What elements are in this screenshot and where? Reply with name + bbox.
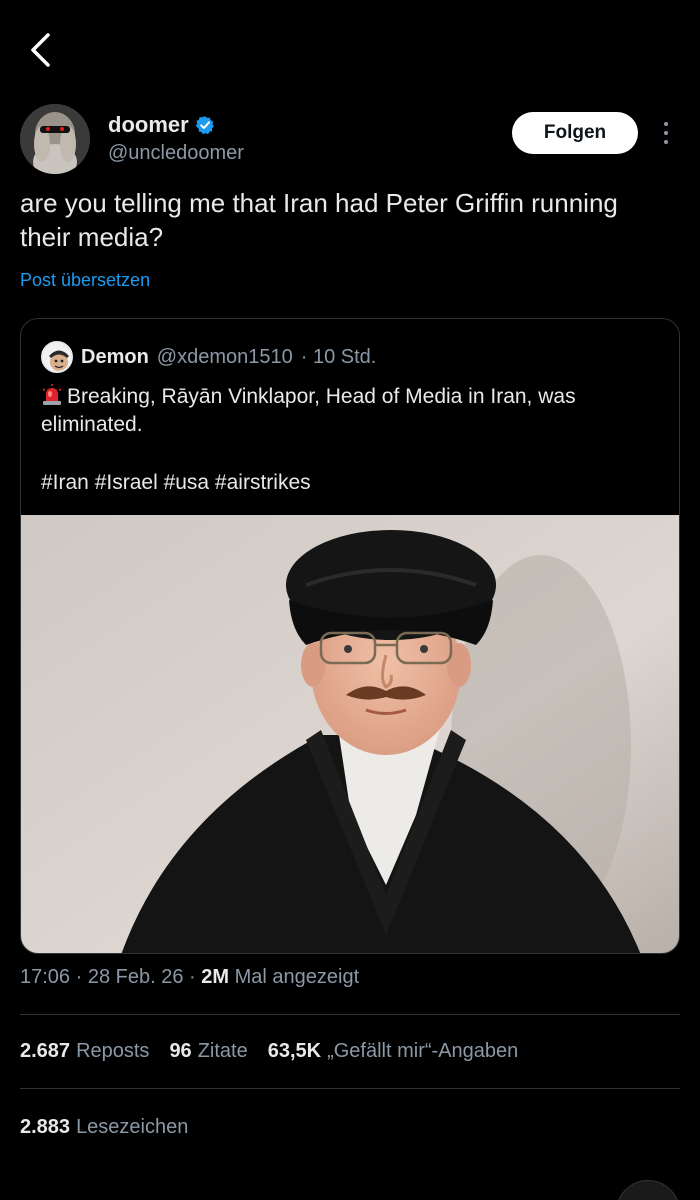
verified-badge-icon [195,116,214,135]
views-label: Mal angezeigt [234,966,360,988]
likes-count: 63,5K [267,1040,322,1062]
follow-button[interactable]: Folgen [512,112,638,154]
quoted-tweet-header: Demon @xdemon1510 · 10 Std. [41,341,376,373]
bookmarks-label: Lesezeichen [76,1116,189,1138]
author-name-block: doomer @uncledoomer [108,112,244,165]
reposts-label: Reposts [76,1040,150,1062]
quoted-tweet-text: Breaking, Rāyān Vinklapor, Head of Media… [41,383,661,439]
tweet-text: are you telling me that Iran had Peter G… [20,188,618,252]
chevron-left-icon [31,33,50,67]
quotes-count: 96 [169,1040,192,1062]
meta-separator: · [189,966,202,988]
back-button[interactable] [22,30,58,70]
author-row: doomer @uncledoomer Folgen [20,104,680,176]
author-display-name[interactable]: doomer [108,112,215,138]
rotating-light-icon [42,384,62,405]
quoted-tweet-image[interactable] [21,515,679,953]
quoted-timestamp: · 10 Std. [300,345,377,368]
author-handle[interactable]: @uncledoomer [108,142,244,165]
tweet-date: 28 Feb. 26 [87,966,184,988]
engagement-stats: 2.687 Reposts 96 Zitate 63,5K „Gefällt mir“… [20,1040,518,1063]
likes-label: „Gefällt mir“-Angaben [327,1040,519,1062]
quoted-avatar[interactable] [41,341,73,373]
more-options-icon[interactable] [656,118,676,148]
quotes-label: Zitate [197,1040,248,1062]
divider [20,1088,680,1089]
reposts-stat[interactable]: 2.687 Reposts [20,1040,149,1063]
reposts-count: 2.687 [20,1040,71,1062]
translate-link[interactable]: Post übersetzen [20,270,150,291]
quoted-author-name[interactable]: Demon [81,346,149,369]
quoted-hashtags[interactable]: #Iran #Israel #usa #airstrikes [41,471,311,495]
author-name-text: doomer [108,112,189,137]
tweet-time: 17:06 [20,966,71,988]
tweet-meta: 17:06 · 28 Feb. 26 · 2M Mal angezeigt [20,966,359,989]
quoted-tweet-card[interactable]: Demon @xdemon1510 · 10 Std. Breaking, Rā… [20,318,680,954]
bookmarks-stat[interactable]: 2.883 Lesezeichen [20,1116,188,1139]
likes-stat[interactable]: 63,5K „Gefällt mir“-Angaben [268,1040,519,1063]
views-count: 2M [201,966,230,988]
floating-action-button[interactable] [616,1180,680,1200]
bookmarks-count: 2.883 [20,1116,71,1138]
quoted-author-handle[interactable]: @xdemon1510 [157,346,293,369]
meta-separator: · [75,966,88,988]
quotes-stat[interactable]: 96 Zitate [169,1040,247,1063]
divider [20,1014,680,1015]
quoted-text-content: Breaking, Rāyān Vinklapor, Head of Media… [41,385,576,436]
avatar[interactable] [20,104,90,174]
